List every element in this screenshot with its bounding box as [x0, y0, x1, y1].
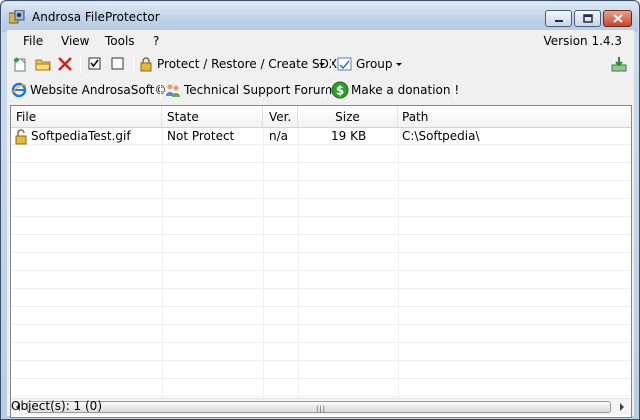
column-header-file[interactable]: File: [11, 106, 162, 127]
unlocked-file-icon: [15, 129, 27, 145]
website-link[interactable]: Website AndrosaSoft©: [30, 83, 166, 97]
cell-path: C:\Softpedia\: [402, 129, 480, 143]
menu-view[interactable]: View: [61, 34, 89, 48]
status-bar: Object(s): 1 (0): [7, 397, 634, 416]
cell-state: Not Protect: [167, 129, 235, 143]
empty-row: [11, 236, 631, 253]
chevron-down-icon[interactable]: [396, 63, 402, 66]
empty-row: [11, 380, 631, 397]
menu-help[interactable]: ?: [153, 34, 159, 48]
empty-row: [11, 326, 631, 343]
column-header-path[interactable]: Path: [398, 106, 631, 127]
checkbox-checked-icon[interactable]: [87, 56, 103, 72]
add-file-icon[interactable]: [12, 56, 28, 72]
status-text: Object(s): 1 (0): [11, 399, 103, 413]
empty-row: [11, 308, 631, 325]
empty-row: [11, 146, 631, 163]
empty-row: [11, 254, 631, 271]
toolbar-separator: [133, 56, 134, 73]
empty-row: [11, 200, 631, 217]
group-button[interactable]: Group: [356, 57, 393, 71]
menu-tools[interactable]: Tools: [105, 34, 135, 48]
cell-file: SoftpediaTest.gif: [31, 129, 131, 143]
menu-file[interactable]: File: [23, 34, 43, 48]
toolbar-separator: [331, 56, 332, 73]
internet-explorer-icon: [11, 82, 27, 98]
empty-row: [11, 272, 631, 289]
maximize-icon: [582, 14, 593, 23]
empty-row: [11, 362, 631, 379]
version-label: Version 1.4.3: [543, 34, 622, 48]
maximize-button[interactable]: [574, 10, 601, 27]
app-logo-icon: [9, 10, 25, 24]
column-header-state[interactable]: State: [162, 106, 263, 127]
users-icon: [166, 84, 180, 97]
toolbar-separator: [454, 82, 455, 99]
app-window: Androsa FileProtector File View Tools ? …: [0, 0, 640, 420]
delete-icon[interactable]: [57, 56, 73, 72]
lock-icon: [140, 57, 152, 72]
group-icon: [337, 57, 352, 71]
donation-link[interactable]: Make a donation !: [351, 83, 459, 97]
window-title: Androsa FileProtector: [32, 10, 160, 24]
empty-row: [11, 344, 631, 361]
chevron-down-icon[interactable]: [319, 63, 325, 66]
open-folder-icon[interactable]: [35, 56, 51, 72]
empty-row: [11, 290, 631, 307]
close-button[interactable]: [603, 10, 632, 27]
cell-size: 19 KB: [331, 129, 367, 143]
column-header-size[interactable]: Size: [298, 106, 398, 127]
column-header-ver[interactable]: Ver.: [263, 106, 298, 127]
checkbox-empty-icon[interactable]: [110, 56, 126, 72]
toolbar-separator: [160, 82, 161, 99]
menu-bar: File View Tools ? Version 1.4.3: [7, 30, 634, 52]
cell-ver: n/a: [269, 129, 289, 143]
list-header: File State Ver. Size Path: [11, 106, 631, 128]
minimize-icon: [554, 19, 563, 22]
empty-row: [11, 218, 631, 235]
toolbar-separator: [325, 82, 326, 99]
client-area: File View Tools ? Version 1.4.3 Protect …: [7, 30, 634, 418]
minimize-button[interactable]: [545, 10, 572, 27]
link-bar: Website AndrosaSoft© Technical Support F…: [7, 78, 634, 102]
toolbar: Protect / Restore / Create SDX Group: [7, 52, 634, 76]
donation-icon: $: [331, 81, 349, 99]
export-icon[interactable]: [611, 56, 627, 72]
table-row[interactable]: SoftpediaTest.gif Not Protect n/a 19 KB …: [11, 128, 631, 145]
protect-restore-button[interactable]: Protect / Restore / Create SDX: [157, 57, 337, 71]
svg-text:$: $: [336, 84, 344, 98]
empty-row: [11, 164, 631, 181]
support-forum-link[interactable]: Technical Support Forum: [184, 83, 332, 97]
file-list[interactable]: File State Ver. Size Path SoftpediaTest.…: [10, 105, 632, 418]
close-icon: [612, 14, 623, 23]
title-bar[interactable]: Androsa FileProtector: [2, 2, 638, 32]
empty-row: [11, 182, 631, 199]
toolbar-separator: [80, 56, 81, 73]
